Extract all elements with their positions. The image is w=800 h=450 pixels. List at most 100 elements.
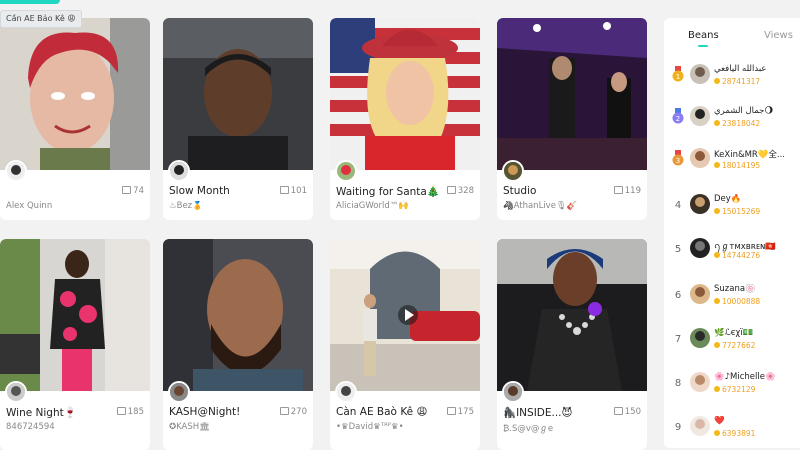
streamer-name: ✪KASH🏛 (169, 422, 210, 432)
beans-count: 10000888 (714, 297, 760, 306)
rank-number: 4 (674, 200, 682, 211)
streamer-avatar[interactable] (5, 381, 27, 403)
tab-views[interactable]: Views (764, 30, 793, 41)
stream-grid: 74 Alex Quinn Slow Month 101 ♨Bez🏅 Waiti… (0, 18, 660, 450)
user-avatar[interactable] (690, 416, 710, 436)
viewer-count: 270 (279, 407, 307, 417)
bean-icon (714, 386, 720, 392)
user-name: KeXin&MR💛全... (714, 150, 786, 160)
rank-number: 6 (674, 290, 682, 301)
rank-number: 7 (674, 334, 682, 345)
beans-count: 6732129 (714, 385, 755, 394)
streamer-avatar[interactable] (502, 381, 524, 403)
viewers-icon (279, 407, 289, 415)
leaderboard-row[interactable]: 8 🌸♪Michelle🌸 6732129 (664, 372, 800, 402)
user-name: Dey🔥 (714, 194, 742, 204)
bean-icon (714, 120, 720, 126)
beans-count: 15015269 (714, 207, 760, 216)
streamer-name: 🦓AthanLive🎙🎸 (503, 201, 578, 211)
leaderboard-row[interactable]: 2 جمال الشمري🌖 23818042 (664, 106, 800, 136)
user-avatar[interactable] (690, 284, 710, 304)
stream-card[interactable]: Wine Night🍷 185 846724594 (0, 239, 150, 450)
leaderboard-row[interactable]: 9 ❤️ 6393891 (664, 416, 800, 446)
streamer-name: ₿.S@v@ℊe (503, 424, 554, 434)
stream-thumbnail[interactable] (497, 18, 647, 170)
stream-card[interactable]: Studio 119 🦓AthanLive🎙🎸 (497, 18, 647, 220)
stream-card[interactable]: Slow Month 101 ♨Bez🏅 (163, 18, 313, 220)
bean-icon (714, 430, 720, 436)
beans-count: 18014195 (714, 161, 760, 170)
beans-count: 23818042 (714, 119, 760, 128)
streamer-avatar[interactable] (168, 160, 190, 182)
user-avatar[interactable] (690, 148, 710, 168)
svg-text:1: 1 (676, 73, 680, 81)
user-name: عبدالله اليافعي (714, 64, 767, 74)
silver-medal-icon: 2 (672, 108, 684, 124)
viewer-count: 150 (613, 407, 641, 417)
gold-medal-icon: 1 (672, 66, 684, 82)
streamer-avatar[interactable] (502, 160, 524, 182)
viewer-count: 175 (446, 407, 474, 417)
viewers-icon (446, 186, 456, 194)
user-name: 🌸♪Michelle🌸 (714, 372, 776, 382)
bean-icon (714, 208, 720, 214)
streamer-name: AliciaGWorld™🙌 (336, 201, 409, 211)
streamer-name: Alex Quinn (6, 201, 53, 211)
stream-card[interactable]: 74 Alex Quinn (0, 18, 150, 220)
stream-thumbnail[interactable] (163, 239, 313, 391)
stream-thumbnail[interactable] (497, 239, 647, 391)
user-avatar[interactable] (690, 238, 710, 258)
stream-thumbnail[interactable] (0, 239, 150, 391)
leaderboard-panel: Beans Views 1 عبدالله اليافعي 28741317 2… (664, 18, 800, 448)
streamer-avatar[interactable] (5, 160, 27, 182)
viewers-icon (122, 186, 132, 194)
stream-title: Studio (503, 185, 537, 197)
streamer-avatar[interactable] (335, 381, 357, 403)
streamer-avatar[interactable] (335, 160, 357, 182)
leaderboard-row[interactable]: 7 🌿ℒєχї💵 7727662 (664, 328, 800, 358)
stream-title: Waiting for Santa🎄 (336, 186, 440, 198)
top-accent-bar (0, 0, 60, 4)
viewers-icon (613, 186, 623, 194)
user-name: Suzana🍥 (714, 284, 756, 294)
user-avatar[interactable] (690, 328, 710, 348)
bean-icon (714, 298, 720, 304)
stream-thumbnail[interactable] (163, 18, 313, 170)
stream-title: 🦍INSIDE...😈 (503, 407, 573, 419)
leaderboard-row[interactable]: 3 KeXin&MR💛全... 18014195 (664, 148, 800, 178)
streamer-name: •♛David♛ᵀᴿᴾ♛• (336, 422, 404, 432)
tab-beans[interactable]: Beans (688, 30, 719, 41)
stream-card[interactable]: Waiting for Santa🎄 328 AliciaGWorld™🙌 (330, 18, 480, 220)
svg-text:3: 3 (676, 157, 680, 165)
user-avatar[interactable] (690, 194, 710, 214)
user-name: ❤️ (714, 416, 725, 426)
stream-thumbnail[interactable] (330, 239, 480, 391)
stream-card[interactable]: Càn AE Baò Kê 😩 175 •♛David♛ᵀᴿᴾ♛• (330, 239, 480, 450)
stream-title: KASH@Night! (169, 406, 241, 418)
user-avatar[interactable] (690, 106, 710, 126)
stream-thumbnail[interactable] (330, 18, 480, 170)
streamer-avatar[interactable] (168, 381, 190, 403)
leaderboard-row[interactable]: 1 عبدالله اليافعي 28741317 (664, 64, 800, 94)
leaderboard-row[interactable]: 4 Dey🔥 15015269 (664, 194, 800, 224)
bean-icon (714, 162, 720, 168)
leaderboard-row[interactable]: 5 ꪆℊтᴍxʙʀᴇɴ🇭🇰 14744276 (664, 238, 800, 268)
bean-icon (714, 252, 720, 258)
rank-number: 5 (674, 244, 682, 255)
stream-title: Wine Night🍷 (6, 407, 77, 419)
rank-number: 8 (674, 378, 682, 389)
beans-count: 14744276 (714, 251, 760, 260)
user-avatar[interactable] (690, 64, 710, 84)
viewers-icon (613, 407, 623, 415)
stream-thumbnail[interactable] (0, 18, 150, 170)
stream-card[interactable]: 🦍INSIDE...😈 150 ₿.S@v@ℊe (497, 239, 647, 450)
stream-title: Slow Month (169, 185, 230, 197)
stream-card[interactable]: KASH@Night! 270 ✪KASH🏛 (163, 239, 313, 450)
user-avatar[interactable] (690, 372, 710, 392)
active-tab-indicator (698, 45, 708, 47)
streamer-name: ♨Bez🏅 (169, 201, 203, 211)
streamer-name: 846724594 (6, 422, 55, 432)
hover-tooltip: Cần AE Bảo Kê 😩 (0, 10, 82, 28)
viewer-count: 185 (116, 407, 144, 417)
leaderboard-row[interactable]: 6 Suzana🍥 10000888 (664, 284, 800, 314)
